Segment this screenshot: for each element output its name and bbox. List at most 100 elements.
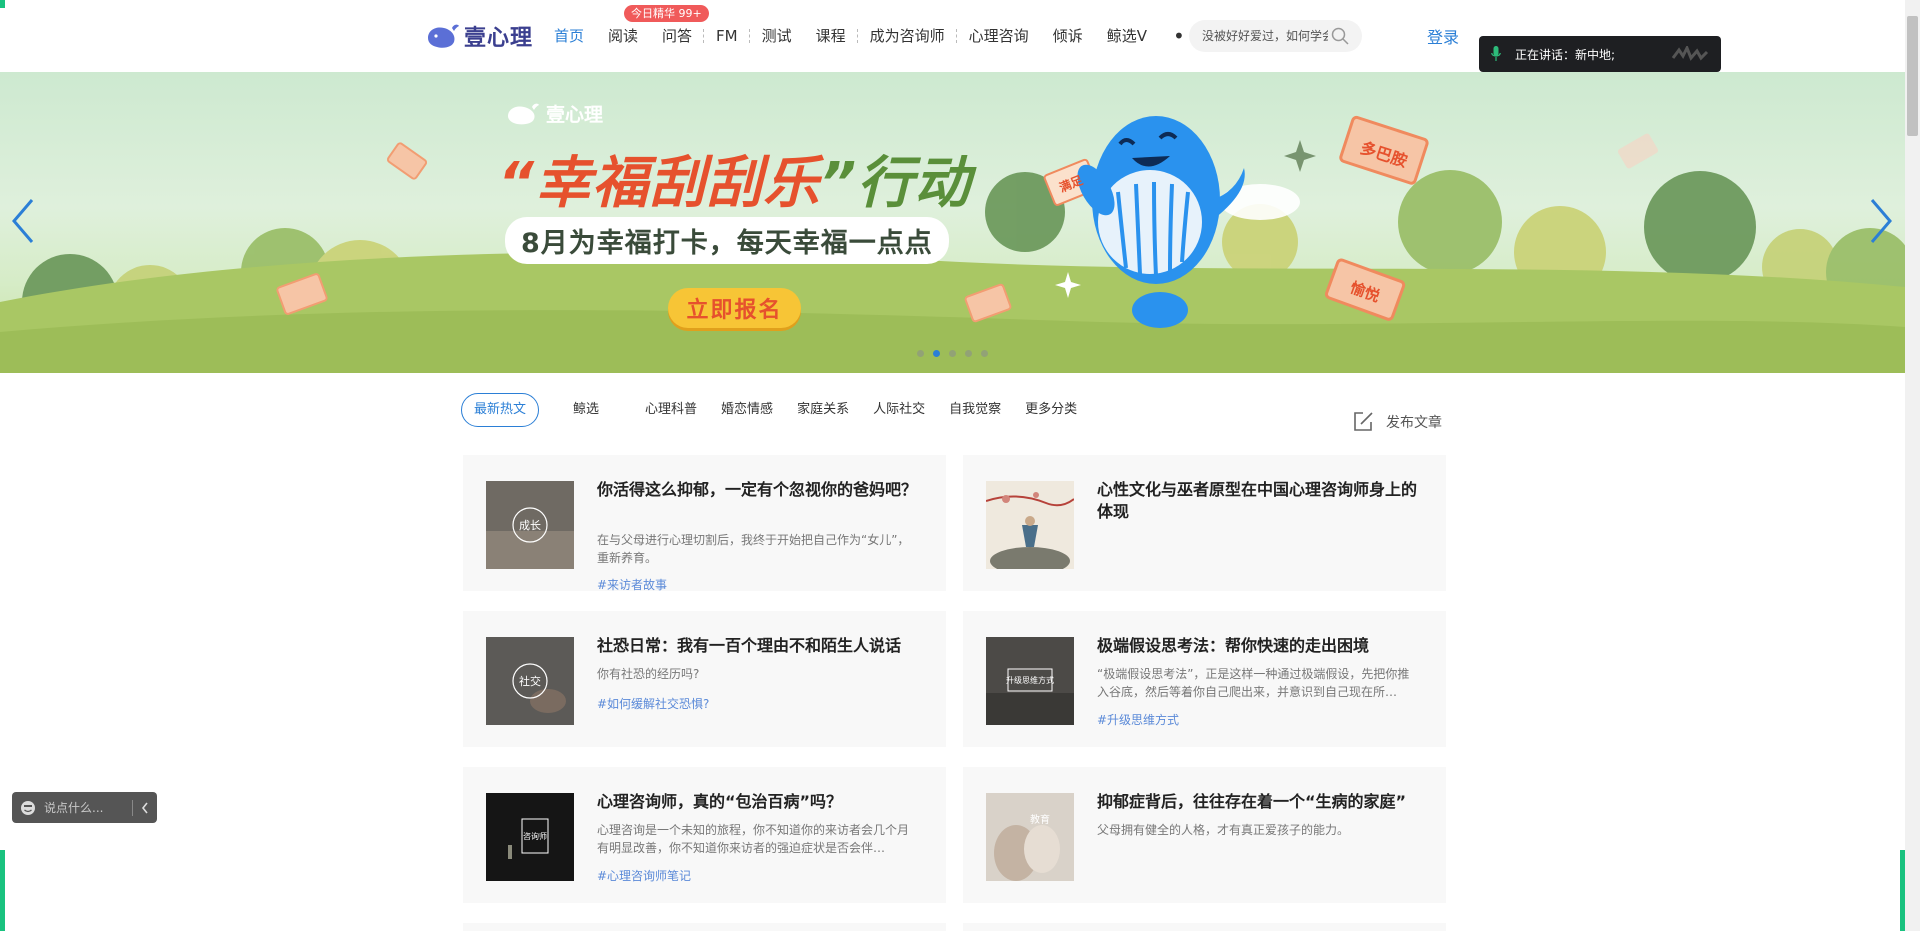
article-title[interactable]: 心性文化与巫者原型在中国心理咨询师身上的体现 bbox=[1097, 479, 1417, 523]
audio-wave-icon bbox=[1671, 46, 1709, 61]
collapse-chevron-icon[interactable] bbox=[141, 802, 149, 814]
nav-reading[interactable]: 阅读 bbox=[596, 22, 650, 50]
search-input[interactable] bbox=[1200, 28, 1330, 44]
tab-love-relationships[interactable]: 婚恋情感 bbox=[709, 394, 785, 426]
search-box bbox=[1189, 20, 1362, 52]
tab-latest-hot[interactable]: 最新热文 bbox=[461, 393, 540, 427]
article-title[interactable]: 社恐日常：我有一百个理由不和陌生人说话 bbox=[597, 635, 917, 657]
nav-confide[interactable]: 倾诉 bbox=[1041, 22, 1095, 50]
whale-logo-icon bbox=[508, 103, 539, 124]
article-card-next-row bbox=[963, 923, 1446, 931]
article-thumbnail: 成长 bbox=[486, 481, 574, 569]
banner-title-quote-open: “ bbox=[498, 151, 536, 216]
thumb-text: 升级思维方式 bbox=[1006, 675, 1054, 685]
register-now-button[interactable]: 立即报名 bbox=[668, 288, 801, 328]
nav-jingxuan-v[interactable]: 鲸选V bbox=[1095, 22, 1159, 50]
carousel-dot-1[interactable] bbox=[917, 350, 924, 357]
site-logo[interactable]: 壹心理 bbox=[426, 20, 533, 52]
article-thumbnail-image: 教育 bbox=[986, 793, 1074, 881]
carousel-dots bbox=[917, 350, 988, 357]
article-summary: “极端假设思考法”，正是这样一种通过极端假设，先把你推入谷底，然后等着你自己爬出… bbox=[1097, 667, 1410, 699]
article-summary: 父母拥有健全的人格，才有真正爱孩子的能力。 bbox=[1097, 823, 1350, 837]
article-thumbnail-image: 成长 bbox=[486, 481, 574, 569]
banner-title: “幸福刮刮乐”行动 bbox=[498, 138, 971, 219]
thumb-text: 咨询师 bbox=[523, 831, 547, 841]
tab-more-categories[interactable]: 更多分类 bbox=[1013, 394, 1089, 426]
article-title[interactable]: 你活得这么抑郁，一定有个忽视你的爸妈吧？ bbox=[597, 479, 917, 501]
carousel-next-arrow-icon[interactable] bbox=[1866, 196, 1896, 246]
article-tag[interactable]: #心理咨询师笔记 bbox=[597, 867, 691, 884]
banner-logo-text: 壹心理 bbox=[546, 104, 604, 126]
nav-home[interactable]: 首页 bbox=[542, 22, 596, 50]
microphone-icon bbox=[1491, 46, 1501, 61]
article-card[interactable]: 社交 社恐日常：我有一百个理由不和陌生人说话 你有社恐的经历吗? #如何缓解社交… bbox=[463, 611, 946, 747]
edit-icon bbox=[1354, 412, 1373, 431]
article-thumbnail bbox=[986, 481, 1074, 569]
tab-self-awareness[interactable]: 自我觉察 bbox=[937, 394, 1013, 426]
article-thumbnail-image bbox=[986, 481, 1074, 569]
article-thumbnail-image: 社交 bbox=[486, 637, 574, 725]
publish-article-button[interactable]: 发布文章 bbox=[1352, 411, 1442, 433]
left-edge-accent bbox=[0, 850, 5, 931]
banner-subtitle: 8月为幸福打卡，每天幸福一点点 bbox=[505, 217, 949, 264]
banner-logo: 壹心理 bbox=[506, 100, 603, 127]
article-thumbnail: 社交 bbox=[486, 637, 574, 725]
tab-family-relations[interactable]: 家庭关系 bbox=[785, 394, 861, 426]
hero-banner-carousel[interactable]: 壹心理 “幸福刮刮乐”行动 8月为幸福打卡，每天幸福一点点 立即报名 多巴胺 满… bbox=[0, 72, 1905, 373]
article-thumbnail-image: 咨询师 bbox=[486, 793, 574, 881]
nav-qa[interactable]: 问答 bbox=[650, 22, 705, 50]
article-card-next-row bbox=[463, 923, 946, 931]
thumb-text: 教育 bbox=[1030, 813, 1050, 826]
article-card[interactable]: 成长 你活得这么抑郁，一定有个忽视你的爸妈吧？ 在与父母进行心理切割后，我终于开… bbox=[463, 455, 946, 593]
scrollbar-thumb[interactable] bbox=[1907, 16, 1918, 136]
thumb-text: 成长 bbox=[519, 519, 541, 532]
article-card[interactable]: 心性文化与巫者原型在中国心理咨询师身上的体现 bbox=[963, 455, 1446, 591]
page-scrollbar[interactable] bbox=[1905, 0, 1920, 931]
article-title[interactable]: 抑郁症背后，往往存在着一个“生病的家庭” bbox=[1097, 791, 1417, 813]
nav-counseling[interactable]: 心理咨询 bbox=[957, 22, 1041, 50]
article-thumbnail: 咨询师 bbox=[486, 793, 574, 881]
whale-logo-icon bbox=[428, 24, 459, 48]
article-tag[interactable]: #来访者故事 bbox=[597, 576, 667, 593]
banner-title-main: 幸福刮刮乐 bbox=[535, 151, 821, 216]
article-summary: 心理咨询是一个未知的旅程，你不知道你的来访者会几个月有明显改善，你不知道你来访者… bbox=[597, 823, 910, 855]
chat-widget[interactable]: 说点什么... bbox=[12, 792, 157, 823]
carousel-dot-4[interactable] bbox=[965, 350, 972, 357]
thumb-text: 社交 bbox=[519, 674, 541, 688]
login-link[interactable]: 登录 bbox=[1427, 24, 1459, 48]
article-thumbnail: 升级思维方式 bbox=[986, 637, 1074, 725]
voice-status-panel: 正在讲话：新中地; bbox=[1479, 36, 1721, 72]
carousel-dot-2[interactable] bbox=[933, 350, 940, 357]
carousel-dot-5[interactable] bbox=[981, 350, 988, 357]
qa-badge: 今日精华 99+ bbox=[624, 5, 709, 22]
nav-courses[interactable]: 课程 bbox=[804, 22, 858, 50]
voice-status-text: 正在讲话：新中地; bbox=[1515, 47, 1616, 62]
nav-fm[interactable]: FM bbox=[704, 22, 750, 50]
article-card[interactable]: 升级思维方式 极端假设思考法：帮你快速的走出困境 “极端假设思考法”，正是这样一… bbox=[963, 611, 1446, 747]
article-card[interactable]: 咨询师 心理咨询师，真的“包治百病”吗？ 心理咨询是一个未知的旅程，你不知道你的… bbox=[463, 767, 946, 903]
publish-article-label: 发布文章 bbox=[1386, 415, 1442, 431]
article-thumbnail: 教育 bbox=[986, 793, 1074, 881]
search-icon[interactable] bbox=[1330, 26, 1350, 46]
carousel-dot-3[interactable] bbox=[949, 350, 956, 357]
article-title[interactable]: 极端假设思考法：帮你快速的走出困境 bbox=[1097, 635, 1417, 657]
article-tag[interactable]: #升级思维方式 bbox=[1097, 711, 1179, 728]
article-tag[interactable]: #如何缓解社交恐惧? bbox=[597, 695, 709, 712]
smiley-icon bbox=[21, 800, 35, 815]
tab-social[interactable]: 人际社交 bbox=[861, 394, 937, 426]
left-edge-accent-top bbox=[0, 0, 5, 8]
article-title[interactable]: 心理咨询师，真的“包治百病”吗？ bbox=[597, 791, 917, 813]
nav-become-counselor[interactable]: 成为咨询师 bbox=[858, 22, 957, 50]
tab-psychology-science[interactable]: 心理科普 bbox=[633, 394, 709, 426]
banner-title-action: 行动 bbox=[857, 151, 972, 216]
chat-input-placeholder[interactable]: 说点什么... bbox=[44, 799, 103, 816]
category-tabs: 最新热文 鲸选 心理科普 婚恋情感 家庭关系 人际社交 自我觉察 更多分类 bbox=[461, 393, 1089, 427]
divider bbox=[132, 799, 133, 816]
nav-tests[interactable]: 测试 bbox=[750, 22, 804, 50]
carousel-prev-arrow-icon[interactable] bbox=[8, 196, 38, 246]
banner-title-quote-close: ” bbox=[820, 151, 858, 216]
article-card[interactable]: 教育 抑郁症背后，往往存在着一个“生病的家庭” 父母拥有健全的人格，才有真正爱孩… bbox=[963, 767, 1446, 903]
tab-jingxuan[interactable]: 鲸选 bbox=[561, 394, 611, 426]
article-summary: 在与父母进行心理切割后，我终于开始把自己作为“女儿”，重新养育。 bbox=[597, 533, 910, 565]
main-nav: 首页 阅读 问答 FM 测试 课程 成为咨询师 心理咨询 倾诉 鲸选V • • … bbox=[542, 22, 1240, 50]
